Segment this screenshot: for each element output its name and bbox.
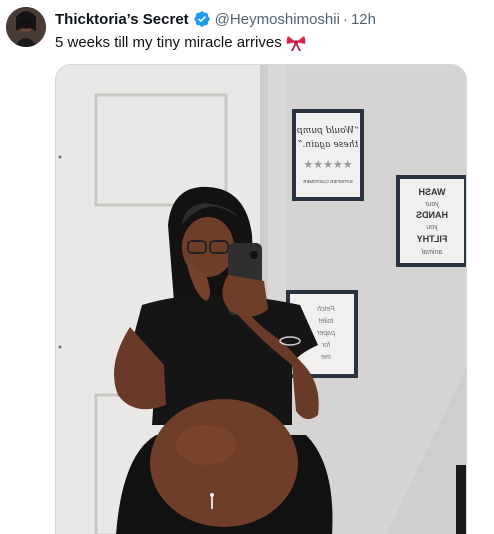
frame-2-line-6: animal	[421, 249, 442, 256]
wall-frame-2: WASH your HANDS you FILTHY animal	[396, 175, 466, 267]
avatar[interactable]	[6, 7, 46, 47]
frame-2-line-2: your	[425, 201, 440, 208]
ribbon-emoji-icon	[286, 34, 306, 52]
user-handle[interactable]: @Heymoshimoshii	[215, 11, 340, 28]
frame-2-line-5: FILTHY	[417, 234, 448, 244]
timestamp[interactable]: 12h	[351, 11, 376, 28]
frame-2-line-4: you	[426, 224, 438, 231]
wall-frame-1: “Would pump these again.” ★★★★★ SATISFIE…	[292, 109, 364, 201]
separator-dot: ·	[342, 10, 348, 28]
frame-1-line-2: these again.”	[298, 140, 359, 150]
frame-3-line-5: me	[321, 354, 331, 361]
tweet-header: Thicktoria’s Secret @Heymoshimoshii · 12…	[55, 9, 376, 29]
frame-1-line-1: “Would pump	[297, 125, 359, 136]
frame-2-line-1: WASH	[419, 187, 446, 197]
tweet-text: 5 weeks till my tiny miracle arrives	[55, 34, 282, 51]
tweet-text-row: 5 weeks till my tiny miracle arrives	[55, 33, 306, 53]
frame-3-line-3: paper	[316, 330, 336, 337]
frame-3-line-2: toilet	[318, 318, 334, 325]
tweet-photo[interactable]: “Would pump these again.” ★★★★★ SATISFIE…	[55, 64, 467, 534]
frame-1-stars: ★★★★★	[303, 159, 352, 171]
display-name[interactable]: Thicktoria’s Secret	[55, 11, 189, 28]
frame-1-line-3: SATISFIED CUSTOMER	[302, 179, 353, 184]
frame-3-line-1: Fetch	[317, 306, 335, 313]
verified-badge-icon	[193, 10, 211, 28]
frame-3-line-4: for	[321, 342, 330, 349]
frame-2-line-3: HANDS	[416, 210, 448, 220]
